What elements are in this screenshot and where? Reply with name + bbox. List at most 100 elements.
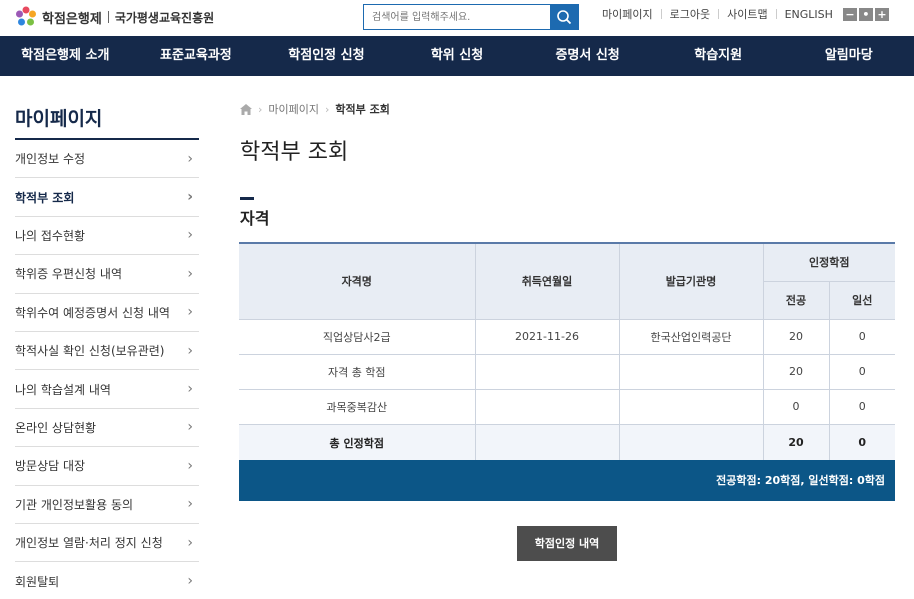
sidebar-item-label: 학적부 조회	[15, 190, 75, 205]
chevron-right-icon: ›	[187, 496, 193, 513]
sidebar-item-diploma-mail[interactable]: 학위증 우편신청 내역 ›	[15, 255, 199, 294]
logo-divider	[107, 11, 109, 23]
sitemap-link[interactable]: 사이트맵	[719, 6, 775, 22]
chevron-right-icon: ›	[187, 381, 193, 398]
logout-link[interactable]: 로그아웃	[662, 6, 718, 22]
logo-flower-icon	[16, 6, 36, 26]
nav-item-notice[interactable]: 알림마당	[783, 36, 914, 76]
cell-name: 과목중복감산	[239, 388, 476, 425]
zoom-reset-button[interactable]: •	[858, 7, 873, 21]
chevron-right-icon: ›	[187, 150, 193, 167]
sidebar-item-label: 학위수여 예정증명서 신청 내역	[15, 305, 170, 320]
cell-date	[474, 353, 620, 390]
cell-major: 0	[762, 388, 830, 425]
cell-major: 20	[762, 423, 830, 462]
cell-general: 0	[828, 318, 895, 355]
top-header: 학점은행제 국가평생교육진흥원 마이페이지 로그아웃 사이트맵 ENGLISH …	[0, 0, 914, 36]
col-header-name: 자격명	[239, 242, 476, 320]
cell-date	[474, 423, 620, 462]
nav-item-curriculum[interactable]: 표준교육과정	[131, 36, 262, 76]
sidebar-item-degree-expected-cert[interactable]: 학위수여 예정증명서 신청 내역 ›	[15, 294, 199, 332]
breadcrumb-separator: ›	[258, 102, 263, 116]
table-row: 과목중복감산 0 0	[239, 388, 895, 425]
org-name: 국가평생교육진흥원	[114, 10, 215, 25]
search-icon	[557, 10, 572, 25]
col-header-general: 일선	[828, 280, 895, 320]
cell-issuer	[618, 423, 764, 462]
nav-item-degree-apply[interactable]: 학위 신청	[392, 36, 523, 76]
logo-name: 학점은행제	[42, 11, 102, 27]
qualification-table: 자격명 취득연월일 발급기관명 인정학점 전공 일선 직업상담사2급 2021-…	[239, 242, 895, 462]
cell-issuer	[618, 353, 764, 390]
sidebar-title: 마이페이지	[15, 104, 199, 140]
search-input[interactable]	[364, 5, 550, 29]
sidebar-item-visit-consult[interactable]: 방문상담 대장 ›	[15, 447, 199, 486]
nav-item-credit-apply[interactable]: 학점인정 신청	[261, 36, 392, 76]
section-title-bar	[240, 197, 254, 200]
sidebar-item-label: 온라인 상담현황	[15, 420, 97, 435]
mypage-link[interactable]: 마이페이지	[594, 6, 661, 22]
cell-date: 2021-11-26	[474, 318, 620, 355]
col-header-issuer: 발급기관명	[618, 242, 764, 320]
chevron-right-icon: ›	[187, 457, 193, 474]
home-icon[interactable]	[240, 103, 252, 115]
cell-name: 직업상담사2급	[239, 318, 476, 355]
breadcrumb: › 마이페이지 › 학적부 조회	[240, 101, 390, 117]
site-logo[interactable]: 학점은행제 국가평생교육진흥원	[14, 5, 214, 29]
search-button[interactable]	[550, 5, 578, 29]
col-header-credit: 인정학점	[762, 242, 895, 282]
nav-item-intro[interactable]: 학점은행제 소개	[0, 36, 131, 76]
chevron-right-icon: ›	[187, 265, 193, 282]
zoom-controls: − • +	[842, 7, 889, 21]
nav-item-certificate[interactable]: 증명서 신청	[522, 36, 653, 76]
zoom-out-button[interactable]: −	[842, 7, 857, 21]
nav-item-learning-support[interactable]: 학습지원	[653, 36, 784, 76]
sidebar-item-learning-plan[interactable]: 나의 학습설계 내역 ›	[15, 370, 199, 409]
breadcrumb-mypage[interactable]: 마이페이지	[268, 101, 319, 117]
chevron-right-icon: ›	[187, 342, 193, 359]
sidebar-item-label: 나의 접수현황	[15, 228, 86, 243]
cell-date	[474, 388, 620, 425]
sidebar-menu: 개인정보 수정 › 학적부 조회 › 나의 접수현황 › 학위증 우편신청 내역 › 학…	[15, 140, 199, 599]
chevron-right-icon: ›	[187, 304, 193, 321]
sidebar-item-label: 기관 개인정보활용 동의	[15, 497, 134, 512]
cell-major: 20	[762, 353, 830, 390]
sidebar-item-label: 방문상담 대장	[15, 459, 86, 474]
table-row: 자격 총 학점 20 0	[239, 353, 895, 390]
table-total-row: 총 인정학점 20 0	[239, 423, 895, 462]
sidebar-item-label: 나의 학습설계 내역	[15, 382, 111, 397]
english-link[interactable]: ENGLISH	[777, 8, 841, 21]
sidebar-item-academic-record[interactable]: 학적부 조회 ›	[15, 178, 199, 217]
sidebar-item-record-confirm[interactable]: 학적사실 확인 신청(보유관련) ›	[15, 332, 199, 371]
chevron-right-icon: ›	[187, 534, 193, 551]
sidebar-item-label: 개인정보 열람·처리 정지 신청	[15, 536, 163, 551]
breadcrumb-current: 학적부 조회	[335, 103, 390, 116]
zoom-in-button[interactable]: +	[874, 7, 889, 21]
sidebar-item-label: 개인정보 수정	[15, 152, 86, 167]
chevron-right-icon: ›	[187, 573, 193, 590]
main-nav: 학점은행제 소개 표준교육과정 학점인정 신청 학위 신청 증명서 신청 학습지…	[0, 36, 914, 76]
col-header-major: 전공	[763, 280, 830, 320]
credit-summary-bar: 전공학점: 20학점, 일선학점: 0학점	[239, 460, 895, 501]
search-box	[363, 4, 579, 30]
sidebar-item-label: 학적사실 확인 신청(보유관련)	[15, 344, 165, 359]
table-row: 직업상담사2급 2021-11-26 한국산업인력공단 20 0	[239, 318, 895, 355]
sidebar-item-privacy-consent[interactable]: 기관 개인정보활용 동의 ›	[15, 486, 199, 524]
sidebar-item-label: 학위증 우편신청 내역	[15, 267, 122, 282]
cell-issuer: 한국산업인력공단	[618, 318, 764, 355]
cell-issuer	[618, 388, 764, 425]
page-title: 학적부 조회	[240, 140, 349, 165]
cell-name: 자격 총 학점	[239, 353, 476, 390]
sidebar-item-online-consult[interactable]: 온라인 상담현황 ›	[15, 409, 199, 448]
cell-name: 총 인정학점	[239, 423, 476, 462]
sidebar-item-applications[interactable]: 나의 접수현황 ›	[15, 217, 199, 256]
cell-general: 0	[828, 353, 895, 390]
credit-history-button[interactable]: 학점인정 내역	[517, 526, 617, 561]
breadcrumb-separator: ›	[325, 102, 330, 116]
sidebar-item-withdraw[interactable]: 회원탈퇴 ›	[15, 562, 199, 599]
sidebar-item-edit-profile[interactable]: 개인정보 수정 ›	[15, 140, 199, 179]
sidebar-item-label: 회원탈퇴	[15, 574, 60, 589]
sidebar-item-privacy-stop[interactable]: 개인정보 열람·처리 정지 신청 ›	[15, 524, 199, 563]
sidebar: 마이페이지 개인정보 수정 › 학적부 조회 › 나의 접수현황 › 학위증 우편신청…	[15, 76, 199, 599]
chevron-right-icon: ›	[187, 227, 193, 244]
